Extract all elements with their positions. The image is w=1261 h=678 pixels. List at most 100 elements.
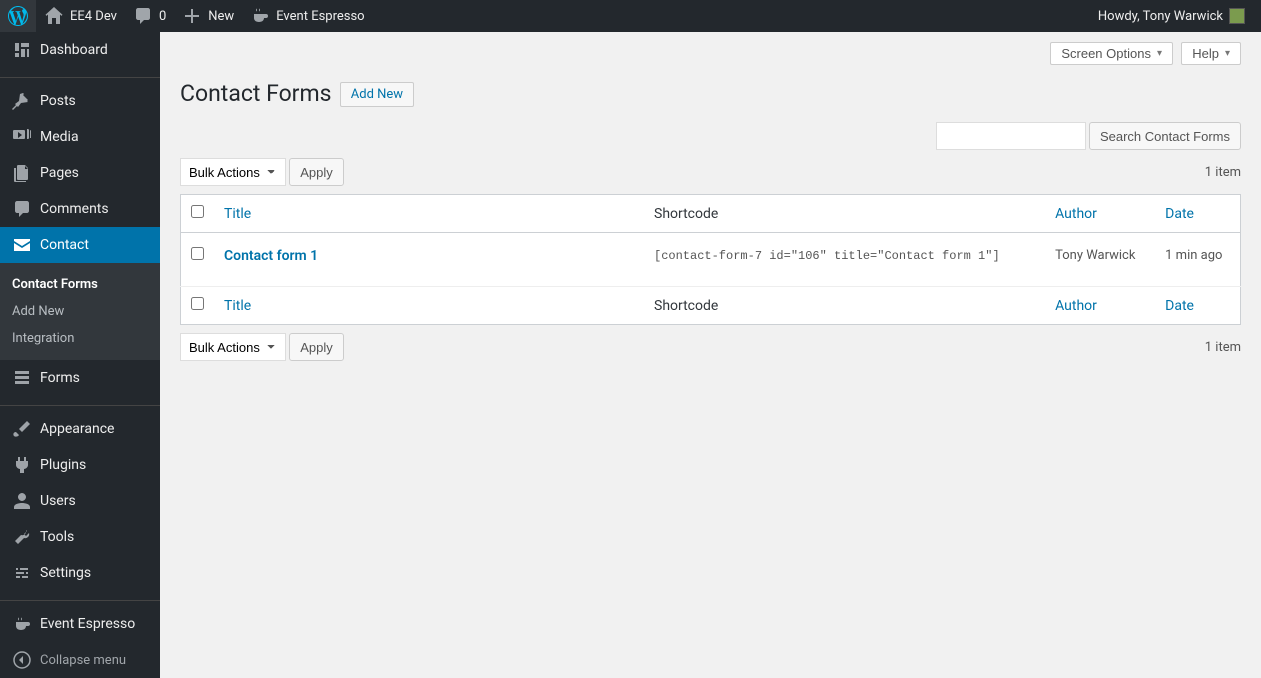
admin-bar-left: EE4 Dev 0 New Event Espresso <box>0 0 373 32</box>
plus-icon <box>182 6 202 26</box>
bulk-actions-bottom: Bulk Actions Apply <box>180 333 344 361</box>
search-input[interactable] <box>936 122 1086 150</box>
page-title: Contact Forms <box>180 80 332 107</box>
settings-icon <box>12 563 32 583</box>
site-name-label: EE4 Dev <box>70 9 117 24</box>
menu-separator <box>0 401 160 406</box>
screen-options-button[interactable]: Screen Options <box>1050 42 1173 65</box>
select-all-bottom[interactable] <box>191 297 204 310</box>
tablenav-top: Bulk Actions Apply 1 item <box>180 158 1241 186</box>
submenu-integration[interactable]: Integration <box>0 325 160 352</box>
comment-icon <box>133 6 153 26</box>
bulk-actions: Bulk Actions Apply <box>180 158 344 186</box>
page-heading: Contact Forms Add New <box>180 75 1241 110</box>
collapse-label: Collapse menu <box>40 653 126 668</box>
comments-count: 0 <box>159 9 166 24</box>
col-date-footer[interactable]: Date <box>1155 287 1240 325</box>
my-account[interactable]: Howdy, Tony Warwick <box>1084 0 1253 32</box>
menu-settings[interactable]: Settings <box>0 555 160 591</box>
add-new-button[interactable]: Add New <box>340 82 414 107</box>
col-title-footer[interactable]: Title <box>214 287 644 325</box>
bulk-actions-select[interactable]: Bulk Actions <box>180 158 286 186</box>
new-label: New <box>208 9 234 24</box>
search-button[interactable]: Search Contact Forms <box>1089 122 1241 150</box>
col-title-header[interactable]: Title <box>214 195 644 233</box>
menu-posts-label: Posts <box>40 93 76 109</box>
menu-appearance-label: Appearance <box>40 421 114 437</box>
forms-icon <box>12 368 32 388</box>
row-shortcode: [contact-form-7 id="106" title="Contact … <box>654 249 1000 263</box>
howdy-text: Howdy, Tony Warwick <box>1098 9 1223 24</box>
collapse-menu[interactable]: Collapse menu <box>0 642 160 678</box>
help-button[interactable]: Help <box>1181 42 1241 65</box>
menu-settings-label: Settings <box>40 565 91 581</box>
row-title-link[interactable]: Contact form 1 <box>224 248 318 264</box>
menu-tools[interactable]: Tools <box>0 519 160 555</box>
menu-comments-label: Comments <box>40 201 109 217</box>
plugin-icon <box>12 455 32 475</box>
menu-event-espresso-label: Event Espresso <box>40 616 135 632</box>
items-count-top: 1 item <box>1205 165 1241 180</box>
screen-meta-links: Screen Options Help <box>1045 42 1241 65</box>
home-icon <box>44 6 64 26</box>
media-icon <box>12 127 32 147</box>
admin-bar: EE4 Dev 0 New Event Espresso Howdy, Tony… <box>0 0 1261 32</box>
menu-media-label: Media <box>40 129 79 145</box>
menu-dashboard-label: Dashboard <box>40 42 108 58</box>
new-content[interactable]: New <box>174 0 242 32</box>
menu-pages-label: Pages <box>40 165 79 181</box>
col-shortcode-header: Shortcode <box>644 195 1045 233</box>
avatar <box>1229 8 1245 24</box>
menu-comments[interactable]: Comments <box>0 191 160 227</box>
users-icon <box>12 491 32 511</box>
dashboard-icon <box>12 40 32 60</box>
menu-separator <box>0 73 160 78</box>
brush-icon <box>12 419 32 439</box>
row-checkbox[interactable] <box>191 247 204 260</box>
apply-button-bottom[interactable]: Apply <box>289 333 344 361</box>
tools-icon <box>12 527 32 547</box>
forms-table: Title Shortcode Author Date Contact form… <box>180 194 1241 325</box>
row-date: 1 min ago <box>1155 233 1240 287</box>
admin-bar-right: Howdy, Tony Warwick <box>1084 0 1253 32</box>
menu-forms[interactable]: Forms <box>0 360 160 396</box>
menu-plugins[interactable]: Plugins <box>0 447 160 483</box>
event-espresso-bar[interactable]: Event Espresso <box>242 0 372 32</box>
menu-forms-label: Forms <box>40 370 80 386</box>
menu-users[interactable]: Users <box>0 483 160 519</box>
submenu-contact-forms[interactable]: Contact Forms <box>0 271 160 298</box>
admin-sidebar: Dashboard Posts Media Pages Comments Con… <box>0 32 160 678</box>
apply-button[interactable]: Apply <box>289 158 344 186</box>
items-count-bottom: 1 item <box>1205 340 1241 355</box>
menu-dashboard[interactable]: Dashboard <box>0 32 160 68</box>
menu-appearance[interactable]: Appearance <box>0 411 160 447</box>
col-author-footer[interactable]: Author <box>1045 287 1155 325</box>
collapse-icon <box>12 650 32 670</box>
tablenav-bottom: Bulk Actions Apply 1 item <box>180 333 1241 361</box>
col-date-header[interactable]: Date <box>1155 195 1240 233</box>
menu-contact-label: Contact <box>40 237 89 253</box>
espresso-icon <box>12 614 32 634</box>
menu-contact[interactable]: Contact <box>0 227 160 263</box>
coffee-icon <box>250 6 270 26</box>
table-row: Contact form 1 [contact-form-7 id="106" … <box>181 233 1241 287</box>
site-name[interactable]: EE4 Dev <box>36 0 125 32</box>
menu-media[interactable]: Media <box>0 119 160 155</box>
menu-plugins-label: Plugins <box>40 457 86 473</box>
comments-link[interactable]: 0 <box>125 0 174 32</box>
submenu-add-new[interactable]: Add New <box>0 298 160 325</box>
main-content: Screen Options Help Contact Forms Add Ne… <box>160 32 1261 678</box>
comments-icon <box>12 199 32 219</box>
wordpress-icon <box>8 6 28 26</box>
col-author-header[interactable]: Author <box>1045 195 1155 233</box>
menu-users-label: Users <box>40 493 76 509</box>
menu-posts[interactable]: Posts <box>0 83 160 119</box>
select-all-top[interactable] <box>191 205 204 218</box>
submenu-contact: Contact Forms Add New Integration <box>0 263 160 360</box>
bulk-actions-select-bottom[interactable]: Bulk Actions <box>180 333 286 361</box>
wp-logo[interactable] <box>0 0 36 32</box>
search-row: Search Contact Forms <box>180 122 1241 150</box>
menu-pages[interactable]: Pages <box>0 155 160 191</box>
menu-tools-label: Tools <box>40 529 74 545</box>
menu-event-espresso[interactable]: Event Espresso <box>0 606 160 642</box>
